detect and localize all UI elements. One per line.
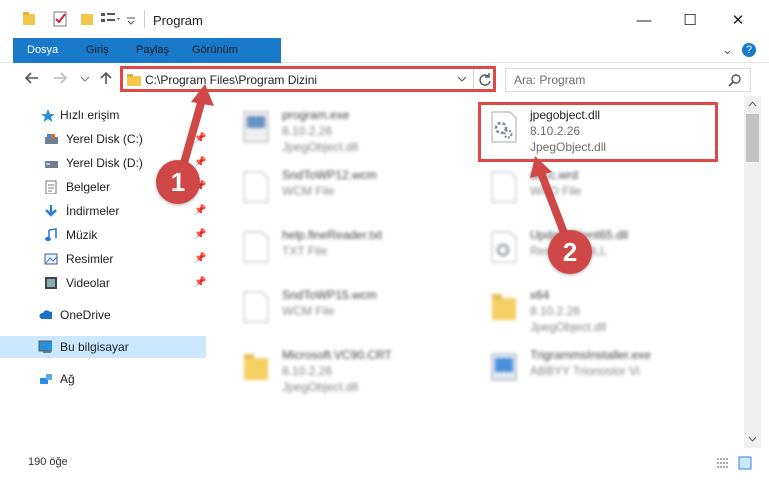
step-badge-2: 2 <box>548 230 592 274</box>
step-badge-1: 1 <box>156 160 200 204</box>
annotation-arrows <box>178 84 570 240</box>
